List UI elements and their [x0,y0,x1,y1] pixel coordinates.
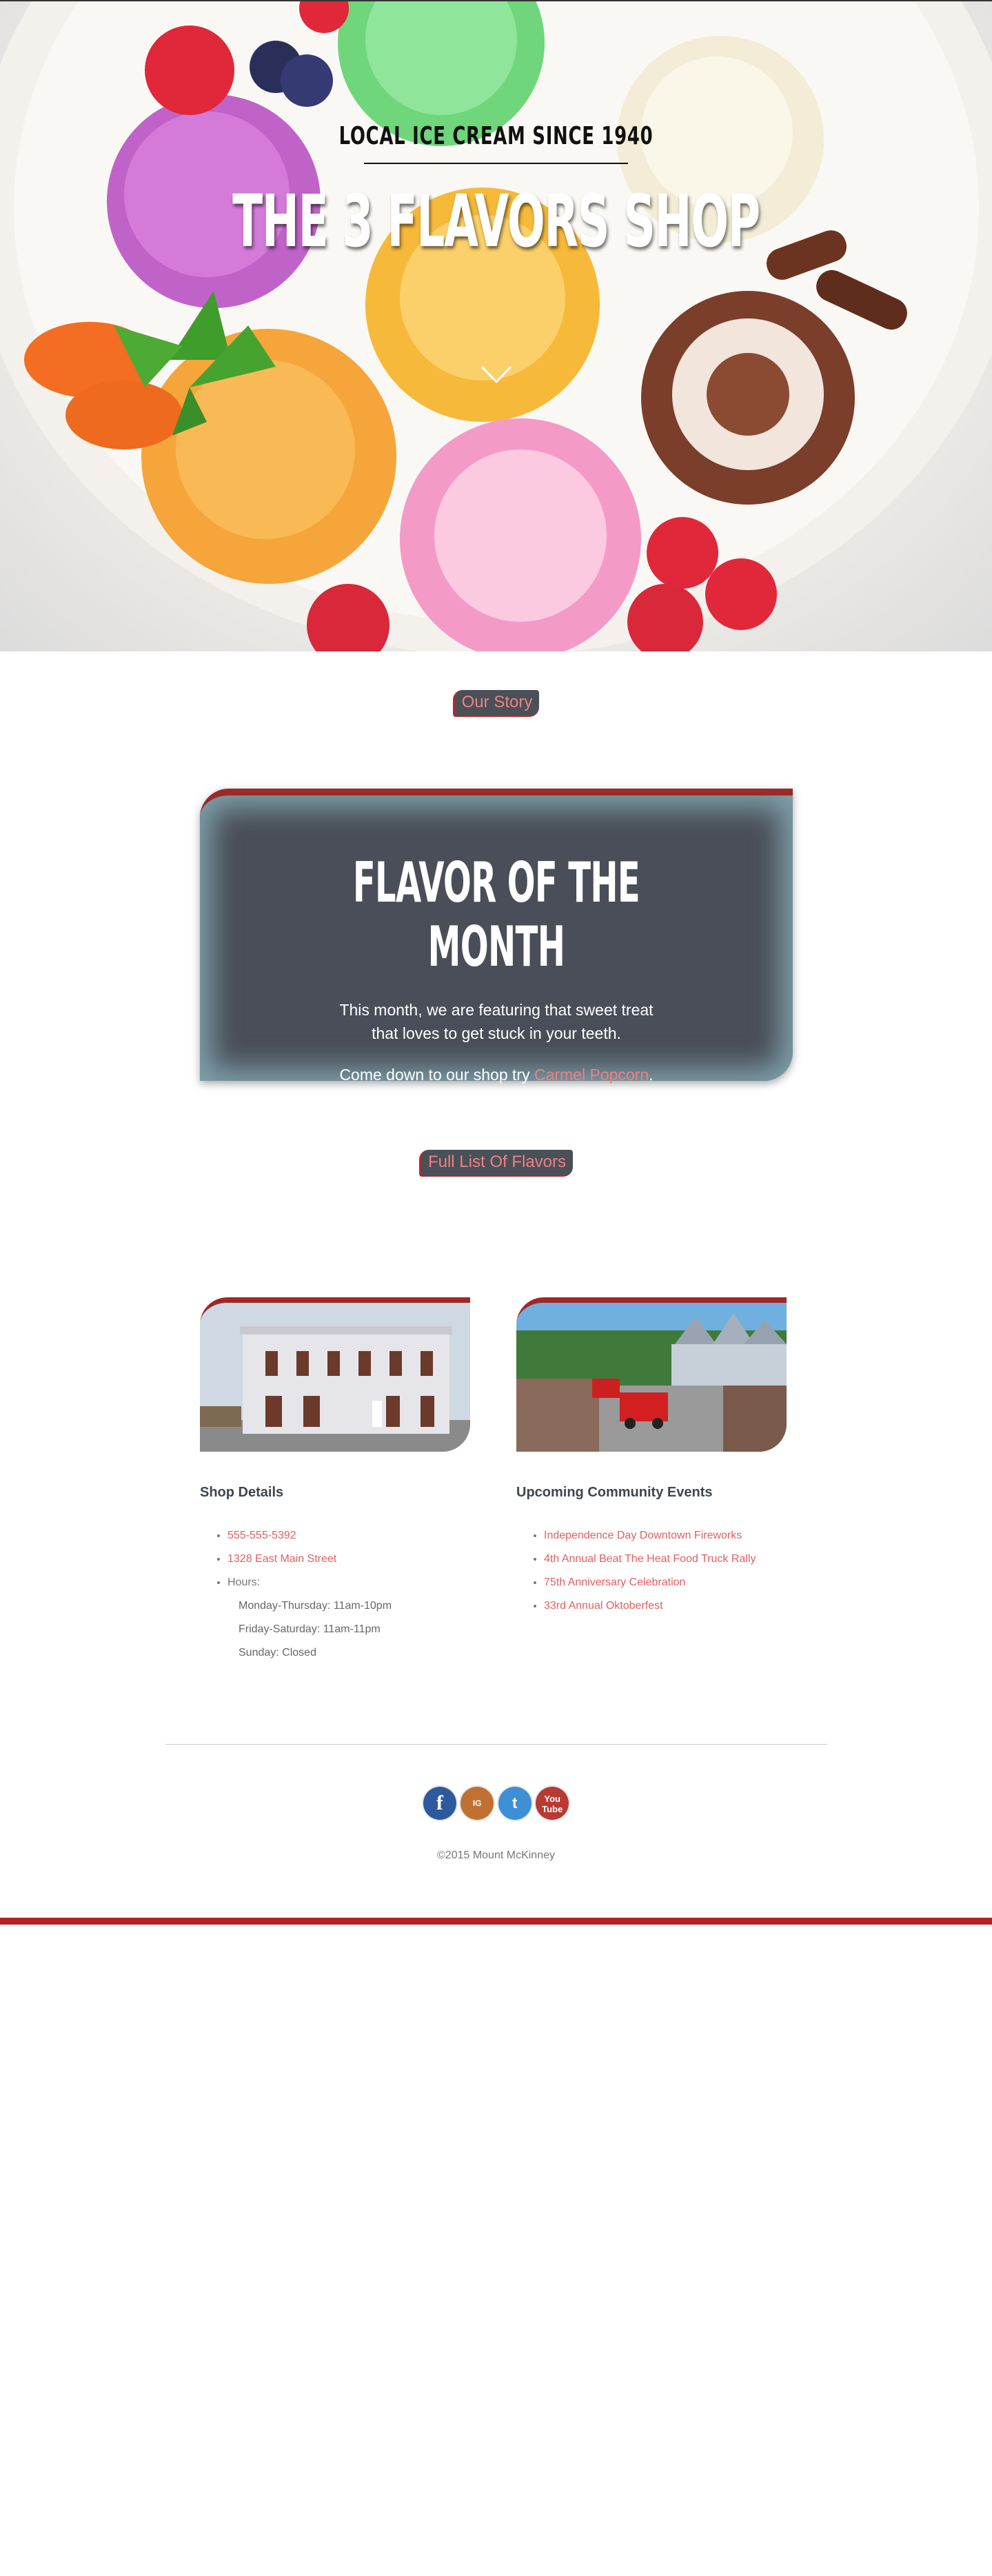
shop-details-list: 555-555-5392 1328 East Main Street Hours… [200,1524,470,1665]
shop-details-column: Shop Details 555-555-5392 1328 East Main… [200,1297,470,1665]
list-item: Hours: Monday-Thursday: 11am-10pm Friday… [227,1571,470,1665]
events-column: Upcoming Community Events Independence D… [516,1297,787,1618]
event-link[interactable]: 33rd Annual Oktoberfest [544,1600,663,1612]
youtube-glyph-top: You [544,1794,560,1804]
shop-address-link[interactable]: 1328 East Main Street [227,1553,336,1565]
social-links: f IG t You Tube [0,1787,992,1820]
copyright-text: ©2015 Mount McKinney [437,1849,555,1861]
hours-line: Monday-Thursday: 11am-10pm [239,1600,392,1612]
hours-line: Sunday: Closed [239,1647,316,1659]
shop-phone-link[interactable]: 555-555-5392 [227,1530,296,1541]
events-title: Upcoming Community Events [516,1485,713,1500]
youtube-icon[interactable]: You Tube [536,1787,569,1820]
flavor-cta-suffix: . [649,1066,654,1084]
shop-details-title: Shop Details [200,1485,284,1500]
footer-divider [165,1744,827,1745]
list-item: 1328 East Main Street [227,1548,470,1571]
hero-tagline: LOCAL ICE CREAM SINCE 1940 [338,122,654,150]
event-link[interactable]: Independence Day Downtown Fireworks [544,1530,742,1541]
list-item: 4th Annual Beat The Heat Food Truck Rall… [544,1548,787,1571]
event-link[interactable]: 4th Annual Beat The Heat Food Truck Rall… [544,1553,756,1565]
chevron-down-icon[interactable] [480,364,512,385]
flavor-cta: Come down to our shop try Carmel Popcorn… [200,1066,793,1084]
parade-image [516,1297,787,1452]
hours-label: Hours: [227,1576,261,1588]
list-item: 75th Anniversary Celebration [544,1571,787,1594]
twitter-icon[interactable]: t [498,1787,532,1820]
flavor-line-2: that loves to get stuck in your teeth. [372,1024,621,1042]
instagram-icon[interactable]: IG [460,1787,494,1820]
our-story-button[interactable]: Our Story [452,690,540,717]
full-list-button[interactable]: Full List Of Flavors [418,1150,574,1177]
our-story-row: Our Story [0,690,992,717]
flavor-cta-prefix: Come down to our shop try [339,1066,534,1084]
list-item: Independence Day Downtown Fireworks [544,1524,787,1548]
flavor-card-description: This month, we are featuring that sweet … [200,998,793,1045]
flavor-line-1: This month, we are featuring that sweet … [339,1001,654,1019]
flavor-of-month-card: FLAVOR OF THE MONTH This month, we are f… [200,789,793,1084]
event-link[interactable]: 75th Anniversary Celebration [544,1576,685,1588]
facebook-icon[interactable]: f [423,1787,456,1820]
youtube-glyph-bottom: Tube [542,1804,563,1814]
list-item: 33rd Annual Oktoberfest [544,1594,787,1618]
shop-building-image [200,1297,470,1452]
full-list-row: Full List Of Flavors [0,1150,992,1177]
footer-accent-bar [0,1918,992,1925]
flavor-card-title: FLAVOR OF THE MONTH [352,851,640,979]
list-item: 555-555-5392 [227,1524,470,1548]
events-list: Independence Day Downtown Fireworks 4th … [516,1524,787,1618]
shop-title: THE 3 FLAVORS SHOP [232,179,760,263]
ice-cream-hero-image [0,1,992,651]
hours-block: Monday-Thursday: 11am-10pm Friday-Saturd… [227,1594,470,1665]
flavor-link[interactable]: Carmel Popcorn [534,1066,649,1084]
hero-banner: LOCAL ICE CREAM SINCE 1940 THE 3 FLAVORS… [0,0,992,651]
hours-line: Friday-Saturday: 11am-11pm [239,1623,381,1635]
tagline-divider [364,163,628,164]
